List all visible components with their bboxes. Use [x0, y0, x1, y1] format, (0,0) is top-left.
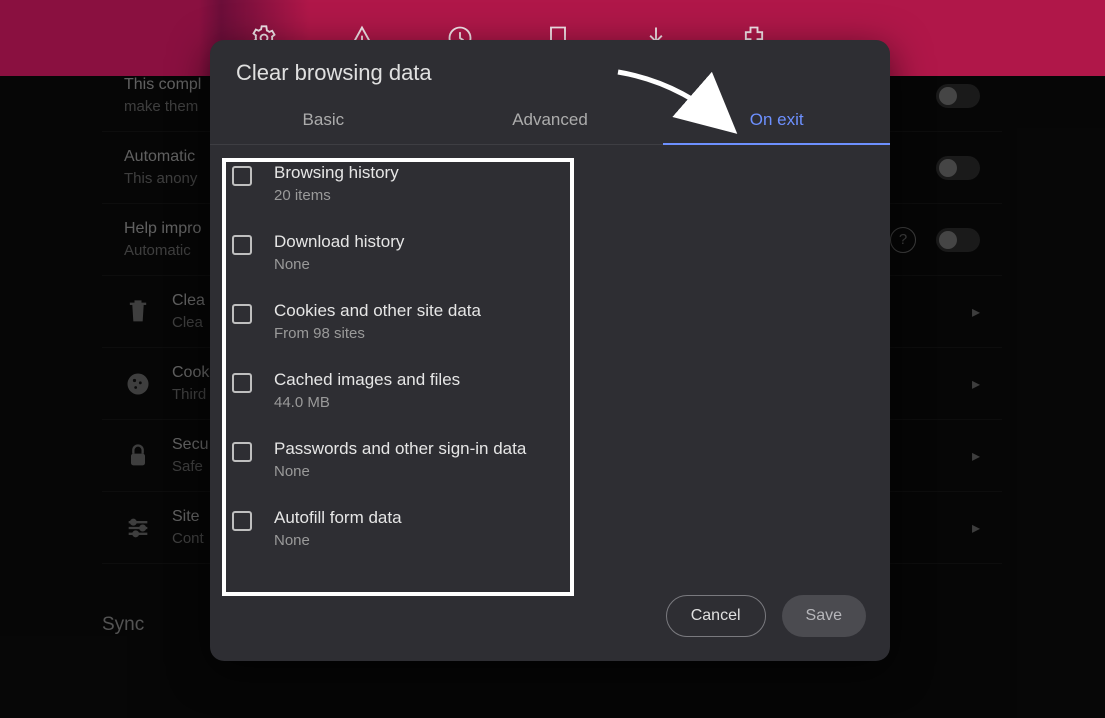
clear-browsing-data-dialog: Clear browsing data Basic Advanced On ex… [210, 40, 890, 661]
option-label: Download history [274, 232, 404, 252]
option-download-history[interactable]: Download history None [220, 218, 880, 287]
cancel-button[interactable]: Cancel [666, 595, 766, 637]
option-cookies[interactable]: Cookies and other site data From 98 site… [220, 287, 880, 356]
tab-advanced[interactable]: Advanced [437, 98, 664, 144]
tab-basic[interactable]: Basic [210, 98, 437, 144]
dialog-title: Clear browsing data [210, 40, 890, 98]
option-browsing-history[interactable]: Browsing history 20 items [220, 149, 880, 218]
option-detail: 20 items [274, 187, 399, 204]
dialog-body: Browsing history 20 items Download histo… [210, 145, 890, 577]
option-cached[interactable]: Cached images and files 44.0 MB [220, 356, 880, 425]
dialog-tabs: Basic Advanced On exit [210, 98, 890, 145]
dialog-footer: Cancel Save [210, 577, 890, 661]
option-autofill[interactable]: Autofill form data None [220, 494, 880, 563]
checkbox[interactable] [232, 373, 252, 393]
options-scroll[interactable]: Browsing history 20 items Download histo… [210, 145, 890, 577]
option-label: Cookies and other site data [274, 301, 481, 321]
checkbox[interactable] [232, 166, 252, 186]
checkbox[interactable] [232, 304, 252, 324]
option-label: Browsing history [274, 163, 399, 183]
option-detail: 44.0 MB [274, 394, 460, 411]
checkbox[interactable] [232, 511, 252, 531]
option-passwords[interactable]: Passwords and other sign-in data None [220, 425, 880, 494]
save-button[interactable]: Save [782, 595, 866, 637]
option-label: Cached images and files [274, 370, 460, 390]
option-detail: None [274, 532, 402, 549]
option-detail: From 98 sites [274, 325, 481, 342]
option-detail: None [274, 256, 404, 273]
checkbox[interactable] [232, 442, 252, 462]
option-site-shields[interactable]: Site and Shields Settings [220, 563, 880, 577]
option-label: Passwords and other sign-in data [274, 439, 526, 459]
option-detail: None [274, 463, 526, 480]
checkbox[interactable] [232, 235, 252, 255]
option-label: Autofill form data [274, 508, 402, 528]
tab-on-exit[interactable]: On exit [663, 98, 890, 144]
